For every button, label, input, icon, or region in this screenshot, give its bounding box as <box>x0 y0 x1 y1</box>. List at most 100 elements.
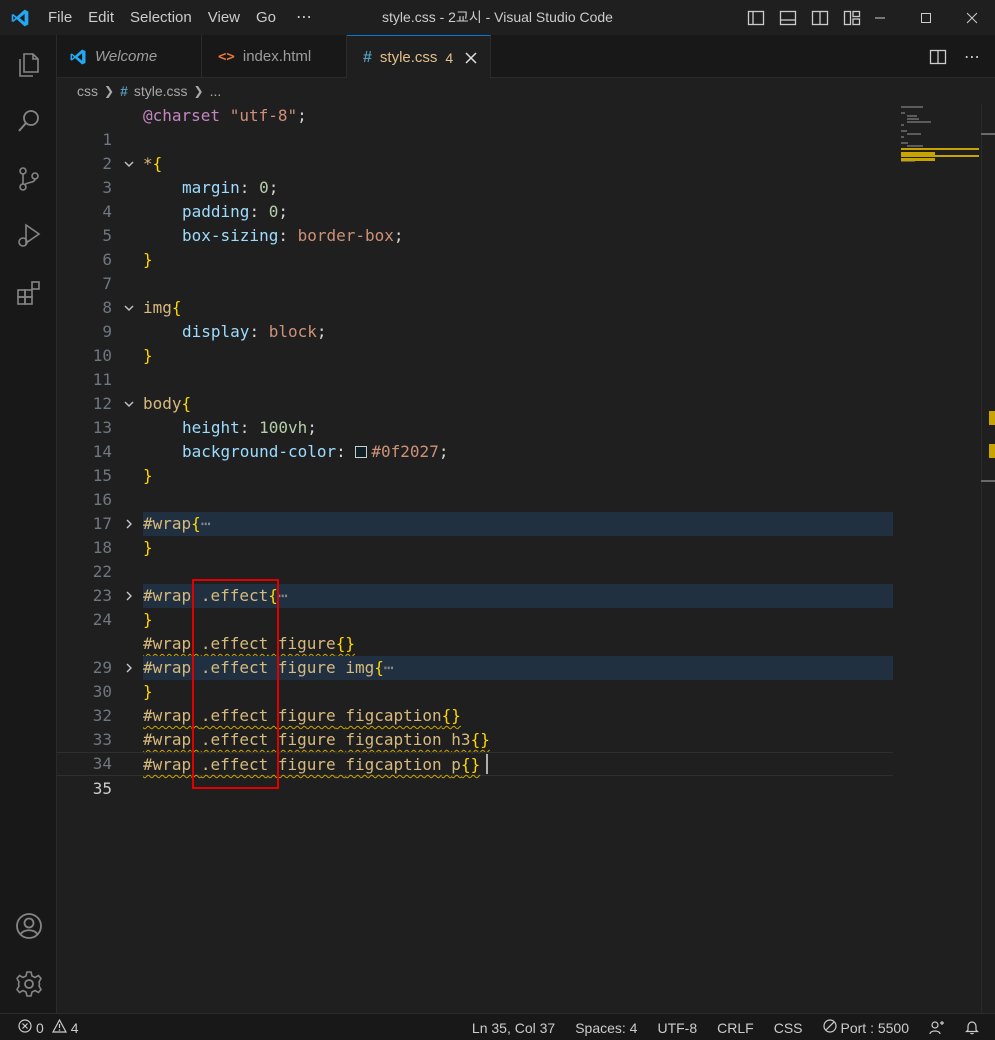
semicolon: ; <box>316 322 327 341</box>
fold-chevron-down-icon[interactable] <box>121 152 137 176</box>
code-line[interactable]: 34 #wrap .effect figure figcaption h3{} <box>57 728 893 773</box>
fold-chevron-right-icon[interactable] <box>121 512 137 536</box>
code-line[interactable]: 23 <box>57 560 893 605</box>
maximize-icon[interactable] <box>903 0 949 35</box>
run-debug-icon[interactable] <box>0 210 57 260</box>
split-editor-icon[interactable] <box>925 44 951 70</box>
vertical-scrollbar[interactable] <box>981 104 995 1013</box>
broadcast-off-icon <box>822 1019 837 1036</box>
fold-chevron-right-icon[interactable] <box>121 656 137 680</box>
code-line[interactable]: 9 img{ <box>57 296 893 341</box>
tab-welcome[interactable]: Welcome <box>57 35 202 78</box>
keyword-value: block <box>268 322 317 341</box>
code-line[interactable]: 30 #wrap .effect figure img{⋯ <box>57 656 893 701</box>
selector: figcaption <box>345 730 442 749</box>
window-controls <box>857 0 995 35</box>
language-mode[interactable]: CSS <box>774 1020 803 1036</box>
chevron-right-icon: ❯ <box>104 84 115 98</box>
code-line[interactable]: 15 background-color: #0f2027; <box>57 440 893 485</box>
selector: #wrap <box>143 634 192 653</box>
minimize-icon[interactable] <box>857 0 903 35</box>
folded-ellipsis[interactable]: ⋯ <box>384 658 394 677</box>
feedback-icon[interactable] <box>929 1020 945 1036</box>
code-line[interactable]: 18 #wrap{⋯ <box>57 512 893 557</box>
menu-selection[interactable]: Selection <box>122 0 200 35</box>
code-line-current[interactable]: 35 #wrap .effect figure figcaption p{} <box>57 752 893 798</box>
code-line[interactable]: 24 #wrap .effect{⋯ <box>57 584 893 629</box>
code-line[interactable]: 4 margin: 0; <box>57 176 893 221</box>
code-line[interactable]: 14 height: 100vh; <box>57 416 893 461</box>
property: background-color <box>182 442 337 461</box>
source-control-icon[interactable] <box>0 154 57 204</box>
code-line[interactable]: 2 <box>57 128 893 173</box>
manage-gear-icon[interactable] <box>0 959 57 1009</box>
tab-index-html[interactable]: <> index.html <box>202 35 347 78</box>
more-actions-icon[interactable]: ⋯ <box>959 44 985 70</box>
code-line[interactable]: 10 display: block; <box>57 320 893 365</box>
menu-edit[interactable]: Edit <box>80 0 122 35</box>
search-icon[interactable] <box>0 96 57 146</box>
toggle-secondary-sidebar-icon[interactable] <box>807 5 833 31</box>
menu-go[interactable]: Go <box>248 0 284 35</box>
menu-view[interactable]: View <box>200 0 248 35</box>
breadcrumb-folder[interactable]: css <box>77 83 98 99</box>
close-tab-icon[interactable] <box>463 50 479 66</box>
brace: { <box>181 394 192 413</box>
notifications-bell-icon[interactable] <box>965 1020 979 1035</box>
fold-chevron-down-icon[interactable] <box>121 296 137 320</box>
encoding[interactable]: UTF-8 <box>657 1020 697 1036</box>
code-line[interactable]: 22 } <box>57 536 893 581</box>
close-window-icon[interactable] <box>949 0 995 35</box>
toggle-panel-icon[interactable] <box>775 5 801 31</box>
code-line[interactable]: 17 <box>57 488 893 533</box>
string-value: "utf-8" <box>229 106 298 125</box>
accounts-icon[interactable] <box>0 901 57 951</box>
code-line[interactable]: 29 #wrap .effect figure{} <box>57 632 893 677</box>
highlight-box <box>192 579 279 789</box>
semicolon: ; <box>278 202 288 221</box>
semicolon: ; <box>438 442 449 461</box>
line-number: 35 <box>92 779 112 798</box>
code-line[interactable]: 7 } <box>57 248 893 293</box>
menu-file[interactable]: File <box>40 0 80 35</box>
code-line[interactable]: 8 <box>57 272 893 317</box>
breadcrumb-symbols[interactable]: ... <box>210 83 222 99</box>
code-line[interactable]: 11 } <box>57 344 893 389</box>
toggle-primary-sidebar-icon[interactable] <box>743 5 769 31</box>
semicolon: ; <box>268 178 279 197</box>
code-line[interactable]: 33 #wrap .effect figure figcaption{} <box>57 704 893 749</box>
folded-ellipsis[interactable]: ⋯ <box>278 586 288 605</box>
code-line[interactable]: 16 } <box>57 464 893 509</box>
vscode-logo-icon[interactable] <box>0 0 40 35</box>
code-line[interactable]: 3 *{ <box>57 152 893 197</box>
explorer-icon[interactable] <box>0 40 57 90</box>
cursor-position[interactable]: Ln 35, Col 37 <box>472 1020 555 1036</box>
breadcrumb-file[interactable]: style.css <box>134 83 188 99</box>
code-line[interactable]: 6 box-sizing: border-box; <box>57 224 893 269</box>
code-line[interactable]: 32 } <box>57 680 893 725</box>
selector: figure <box>277 706 336 725</box>
indentation[interactable]: Spaces: 4 <box>575 1020 637 1036</box>
color-swatch[interactable] <box>355 446 368 458</box>
end-of-line[interactable]: CRLF <box>717 1020 754 1036</box>
tab-style-css[interactable]: # style.css 4 <box>347 35 491 79</box>
problems-badge: 4 <box>445 49 454 66</box>
colon: : <box>249 202 269 221</box>
extensions-icon[interactable] <box>0 268 57 318</box>
code-line[interactable]: 5 padding: 0; <box>57 200 893 245</box>
code-line[interactable]: 1 @charset "utf-8"; <box>57 104 893 149</box>
menu-more-icon[interactable]: ⋯ <box>284 0 325 35</box>
error-count: 0 <box>36 1019 44 1036</box>
code-line[interactable]: 12 <box>57 368 893 413</box>
minimap[interactable] <box>897 104 981 1013</box>
code-line[interactable]: 13 body{ <box>57 392 893 437</box>
problems-summary[interactable]: 0 4 <box>18 1014 79 1040</box>
code-line[interactable]: 28 } <box>57 608 893 632</box>
fold-chevron-right-icon[interactable] <box>121 584 137 608</box>
brace: } <box>143 610 153 629</box>
code-editor[interactable]: 1 @charset "utf-8"; 2 3 *{ 4 margin: 0; … <box>57 104 995 1013</box>
folded-ellipsis[interactable]: ⋯ <box>201 514 211 533</box>
fold-chevron-down-icon[interactable] <box>121 392 137 416</box>
live-server-port[interactable]: Port : 5500 <box>822 1019 909 1036</box>
